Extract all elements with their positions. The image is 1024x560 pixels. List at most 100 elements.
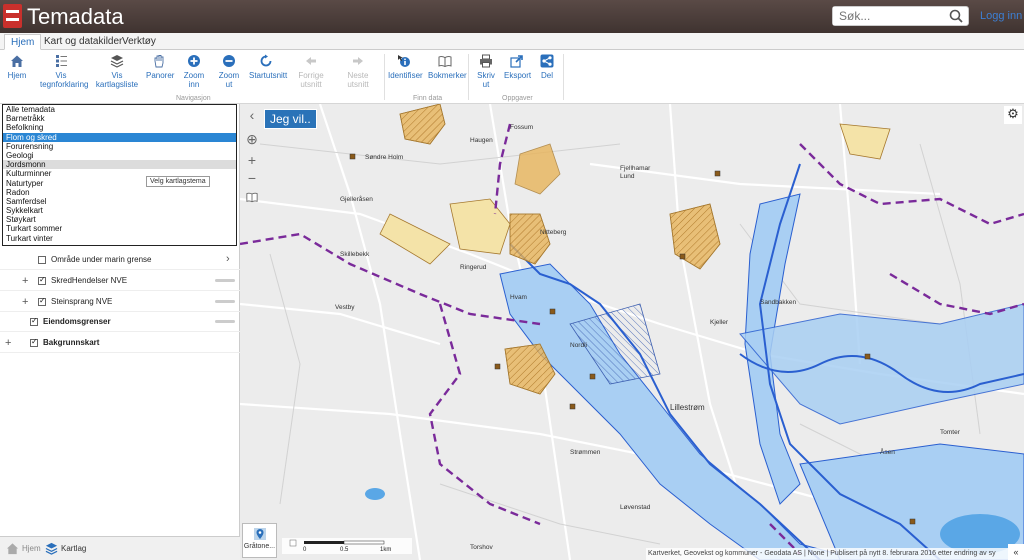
zoom-out-button[interactable]: Zoom ut <box>215 54 243 89</box>
collapse-attribution-icon[interactable]: « <box>1008 544 1024 560</box>
theme-item[interactable]: Barnetråkk <box>3 114 236 123</box>
tab-kart-og-datakilder[interactable]: Kart og datakilder <box>38 34 128 50</box>
previous-extent-button-label: Forrige utsnitt <box>298 71 324 89</box>
print-button[interactable]: Skriv ut <box>473 54 499 89</box>
refresh-icon <box>260 54 272 67</box>
layer-row[interactable]: + Steinsprang NVE <box>0 292 240 312</box>
arrow-left-icon <box>306 57 316 65</box>
arrow-right-icon <box>353 57 363 65</box>
theme-item[interactable]: Samferdsel <box>3 197 236 206</box>
export-button[interactable]: Eksport <box>504 54 532 80</box>
layer-row[interactable]: Område under marin grense › <box>0 250 240 270</box>
theme-item[interactable]: Geologi <box>3 151 236 160</box>
book-icon <box>438 56 452 68</box>
map-canvas[interactable]: Fossum Haugen Hvam Lillestrøm Løvenstad … <box>240 104 1024 560</box>
layers-icon <box>45 542 58 555</box>
book-icon <box>246 192 258 203</box>
ribbon-separator <box>468 54 469 100</box>
hand-icon <box>154 55 164 68</box>
logo-icon <box>3 4 22 28</box>
opacity-slider[interactable] <box>215 279 235 282</box>
map-attribution: Kartverket, Geovekst og kommuner - Geoda… <box>646 548 1024 560</box>
basemap-switcher[interactable]: Gråtone... <box>242 523 277 558</box>
collapse-panel-icon[interactable]: ‹ <box>243 107 261 125</box>
layer-checkbox[interactable] <box>38 256 46 264</box>
theme-item[interactable]: Sykkelkart <box>3 206 236 215</box>
place-label: Torshov <box>470 544 494 551</box>
previous-extent-button[interactable]: Forrige utsnitt <box>290 54 332 89</box>
layer-label: Område under marin grense <box>51 255 152 264</box>
layer-list-button[interactable]: Vis kartlagsliste <box>94 54 140 89</box>
zoom-in-button[interactable]: Zoom inn <box>179 54 209 89</box>
layer-row[interactable]: + SkredHendelser NVE <box>0 271 240 291</box>
group-label-oppgaver: Oppgaver <box>502 95 533 102</box>
theme-item-hovered[interactable]: Jordsmonn <box>3 160 236 170</box>
zoom-in-icon <box>188 55 200 67</box>
bookmarks-button[interactable]: Bokmerker <box>428 54 467 80</box>
place-label: Søndre Holm <box>365 154 403 161</box>
search-box[interactable] <box>832 6 969 26</box>
place-label: Strømmen <box>570 449 601 456</box>
expand-plus-icon[interactable]: + <box>5 337 11 349</box>
opacity-slider[interactable] <box>215 300 235 303</box>
share-icon <box>540 54 554 68</box>
tab-hjem[interactable]: Hjem <box>4 34 42 50</box>
layer-list-button-label: Vis kartlagsliste <box>95 71 139 89</box>
start-extent-button[interactable]: Startutsnitt <box>249 54 287 80</box>
scale-label: 1km <box>380 547 392 553</box>
tab-verktoy[interactable]: Verktøy <box>116 34 162 50</box>
theme-item[interactable]: Forurensning <box>3 142 236 151</box>
place-label: Fjellhamar <box>620 165 651 172</box>
layer-checkbox[interactable] <box>30 316 38 326</box>
home-button[interactable]: Hjem <box>5 54 29 80</box>
layer-checkbox[interactable] <box>30 337 38 347</box>
top-bar: Temadata Logg inn <box>0 0 1024 33</box>
chevron-right-icon[interactable]: › <box>226 253 230 265</box>
printer-icon <box>480 54 492 68</box>
opacity-slider[interactable] <box>215 320 235 323</box>
expand-plus-icon[interactable]: + <box>22 296 28 308</box>
legend-button[interactable]: Vis tegnforklaring <box>40 54 88 89</box>
pan-button[interactable]: Panorer <box>146 54 174 80</box>
theme-item[interactable]: Radon <box>3 188 236 197</box>
bottom-tab-kartlag[interactable]: Kartlag <box>45 539 105 559</box>
theme-item[interactable]: Turkart sommer <box>3 224 236 233</box>
bottom-tab-hjem[interactable]: Hjem <box>6 539 46 559</box>
login-link[interactable]: Logg inn <box>980 10 1022 22</box>
expand-plus-icon[interactable]: + <box>22 275 28 287</box>
place-label: Haugen <box>470 137 493 144</box>
search-icon[interactable] <box>949 9 963 23</box>
book-icon[interactable] <box>243 190 261 208</box>
jeg-vil-button[interactable]: Jeg vil.. <box>264 109 317 129</box>
scale-bar: 0 0.5 1km <box>282 538 412 554</box>
zoom-out-icon[interactable]: − <box>243 170 261 188</box>
locate-icon[interactable]: ⊕ <box>243 131 261 149</box>
place-label: Åsen <box>880 447 895 456</box>
theme-item[interactable]: Befolkning <box>3 123 236 132</box>
layer-row[interactable]: + Bakgrunnskart <box>0 333 240 353</box>
theme-item[interactable]: Støykart <box>3 215 236 224</box>
place-label: Ringerud <box>460 264 487 271</box>
theme-tooltip: Velg kartlagstema <box>146 176 210 187</box>
layer-label: SkredHendelser NVE <box>51 276 128 285</box>
basemap-label: Gråtone... <box>243 543 276 550</box>
theme-item-selected[interactable]: Flom og skred <box>3 132 236 142</box>
theme-list[interactable]: Alle temadata Barnetråkk Befolkning Flom… <box>2 104 237 246</box>
layer-checkbox[interactable] <box>38 296 46 306</box>
identify-button[interactable]: Identifiser <box>388 54 423 80</box>
next-extent-button[interactable]: Neste utsnitt <box>337 54 379 89</box>
share-button[interactable]: Del <box>537 54 557 80</box>
home-icon <box>11 55 23 67</box>
map-view[interactable]: Fossum Haugen Hvam Lillestrøm Løvenstad … <box>240 104 1024 560</box>
zoom-in-icon[interactable]: + <box>243 152 261 170</box>
search-input[interactable] <box>833 7 943 25</box>
theme-item[interactable]: Turkart vinter <box>3 234 236 243</box>
app-title: Temadata <box>27 4 124 29</box>
layer-checkbox[interactable] <box>38 275 46 285</box>
layers-icon <box>110 55 124 68</box>
layer-row[interactable]: Eiendomsgrenser <box>0 312 240 332</box>
bookmarks-button-label: Bokmerker <box>428 71 467 80</box>
export-button-label: Eksport <box>504 71 532 80</box>
tools-icon[interactable]: ⚙ <box>1004 106 1022 124</box>
theme-item[interactable]: Alle temadata <box>3 105 236 114</box>
